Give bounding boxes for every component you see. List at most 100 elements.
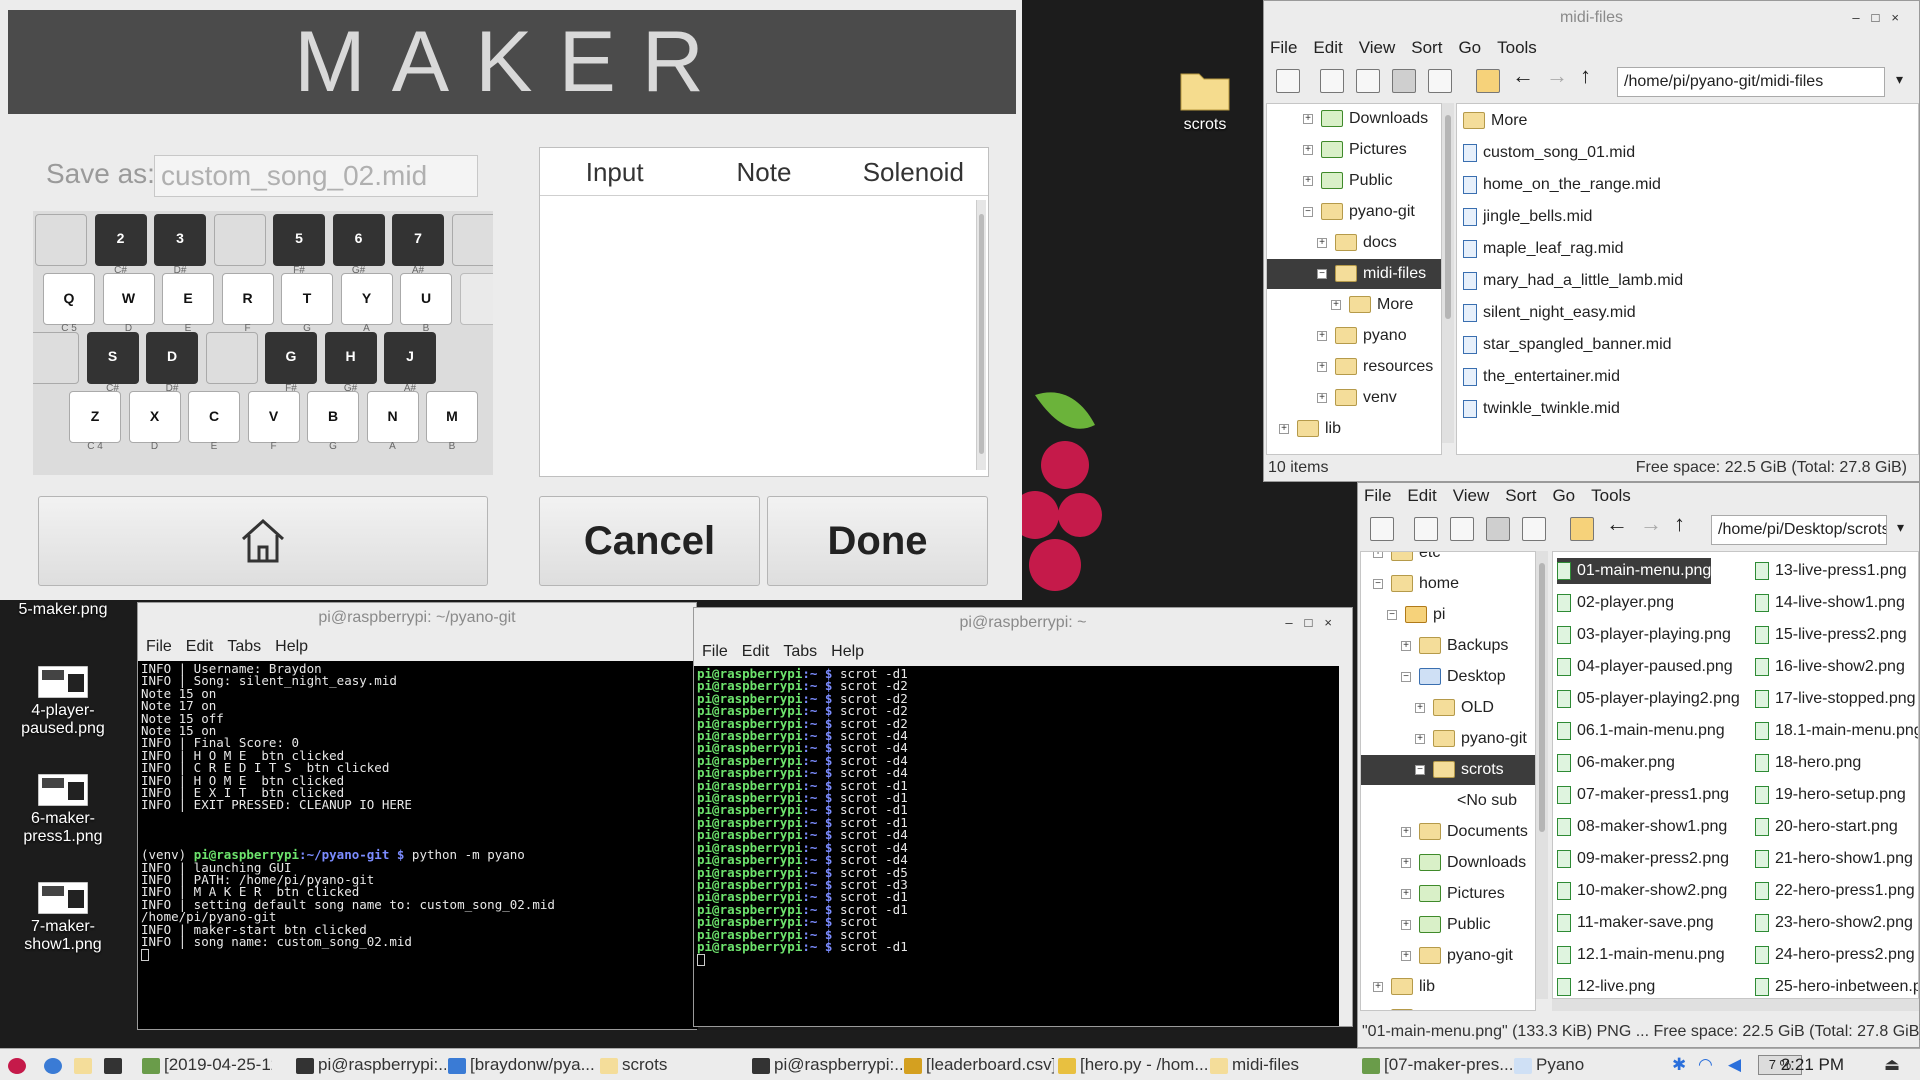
file-list-hscrollbar[interactable]: [1552, 999, 1919, 1011]
expand-toggle-icon[interactable]: −: [1317, 268, 1327, 279]
png-file-item[interactable]: 25-hero-inbetween.png: [1755, 974, 1918, 998]
expand-toggle-icon[interactable]: −: [1373, 578, 1383, 589]
png-file-item[interactable]: 13-live-press1.png: [1755, 558, 1907, 584]
browser-icon[interactable]: [44, 1053, 66, 1077]
tree-item[interactable]: + Documents: [1361, 817, 1535, 847]
piano-key[interactable]: 5 F#: [273, 214, 325, 276]
expand-toggle-icon[interactable]: +: [1317, 237, 1327, 248]
menu-edit[interactable]: Edit: [186, 638, 214, 655]
tree-item[interactable]: + Public: [1361, 910, 1535, 940]
expand-toggle-icon[interactable]: +: [1317, 361, 1327, 372]
tree-item[interactable]: − midi-files: [1267, 259, 1441, 289]
png-file-item[interactable]: 05-player-playing2.png: [1557, 686, 1740, 712]
up-arrow-icon[interactable]: ↑: [1674, 511, 1685, 537]
expand-toggle-icon[interactable]: +: [1401, 950, 1411, 961]
expand-toggle-icon[interactable]: +: [1401, 826, 1411, 837]
png-file-item[interactable]: 12-live.png: [1557, 974, 1655, 998]
png-file-item[interactable]: 15-live-press2.png: [1755, 622, 1907, 648]
tree-item[interactable]: + pyano-git: [1361, 941, 1535, 971]
new-window-icon[interactable]: [1276, 69, 1300, 93]
address-bar[interactable]: /home/pi/Desktop/scrots: [1711, 515, 1887, 545]
piano-key[interactable]: RF: [221, 273, 274, 334]
terminal-output[interactable]: pi@raspberrypi:~ $ scrot -d1 pi@raspberry…: [694, 666, 1339, 1026]
tree-item[interactable]: +lost+found: [1361, 1003, 1535, 1010]
expand-toggle-icon[interactable]: −: [1303, 206, 1313, 217]
window-titlebar[interactable]: midi-files –□×: [1264, 1, 1919, 35]
expand-toggle-icon[interactable]: +: [1317, 330, 1327, 341]
notes-table-scrollbar[interactable]: [976, 200, 986, 470]
window-controls[interactable]: –□×: [1285, 608, 1344, 638]
terminal-scrollbar[interactable]: [1340, 666, 1352, 1026]
file-manager-icon[interactable]: [74, 1053, 96, 1077]
icon-view-icon[interactable]: [1320, 69, 1344, 93]
png-file-item[interactable]: 08-maker-show1.png: [1557, 814, 1727, 840]
expand-toggle-icon[interactable]: +: [1415, 733, 1425, 744]
taskbar-window-button[interactable]: Pyano: [1514, 1053, 1664, 1077]
expand-toggle-icon[interactable]: +: [1373, 981, 1383, 992]
taskbar-window-button[interactable]: [2019-04-25-12...: [142, 1053, 272, 1077]
tree-item[interactable]: <No sub: [1361, 786, 1535, 816]
piano-key[interactable]: BG: [307, 391, 359, 452]
piano-key[interactable]: 7 A#: [392, 214, 444, 276]
raspberry-menu-icon[interactable]: [8, 1053, 30, 1077]
piano-key[interactable]: QC 5: [43, 273, 95, 334]
png-file-item[interactable]: 22-hero-press1.png: [1755, 878, 1915, 904]
piano-key[interactable]: J A#: [384, 332, 436, 394]
expand-toggle-icon[interactable]: +: [1303, 175, 1313, 186]
bluetooth-icon[interactable]: ✱: [1672, 1053, 1686, 1077]
tree-item[interactable]: + etc: [1361, 552, 1535, 568]
volume-icon[interactable]: ◀: [1728, 1053, 1741, 1077]
tree-item[interactable]: + OLD: [1361, 693, 1535, 723]
window-controls[interactable]: –□×: [1852, 1, 1911, 35]
address-bar[interactable]: /home/pi/pyano-git/midi-files: [1617, 67, 1885, 97]
midi-file-item[interactable]: home_on_the_range.mid: [1463, 172, 1661, 198]
expand-toggle-icon[interactable]: +: [1317, 392, 1327, 403]
piano-key[interactable]: G F#: [265, 332, 317, 394]
piano-key[interactable]: XD: [128, 391, 181, 452]
detailed-view-icon[interactable]: [1522, 517, 1546, 541]
wifi-icon[interactable]: ◠: [1698, 1053, 1713, 1077]
thumbnail-view-icon[interactable]: [1450, 517, 1474, 541]
tree-item[interactable]: − pyano-git: [1267, 197, 1441, 227]
expand-toggle-icon[interactable]: −: [1387, 609, 1397, 620]
expand-toggle-icon[interactable]: +: [1303, 144, 1313, 155]
taskbar-window-button[interactable]: [braydonw/pya...: [448, 1053, 598, 1077]
menu-sort[interactable]: Sort: [1505, 486, 1536, 505]
piano-key[interactable]: D D#: [146, 332, 198, 394]
png-file-item[interactable]: 09-maker-press2.png: [1557, 846, 1729, 872]
expand-toggle-icon[interactable]: −: [1401, 671, 1411, 682]
tree-item[interactable]: + Backups: [1361, 631, 1535, 661]
piano-key[interactable]: [213, 214, 266, 266]
forward-arrow-icon[interactable]: →: [1546, 63, 1568, 89]
forward-arrow-icon[interactable]: →: [1640, 511, 1662, 537]
png-file-item[interactable]: 16-live-show2.png: [1755, 654, 1905, 680]
piano-key[interactable]: YA: [340, 273, 393, 334]
tree-item[interactable]: + Downloads: [1267, 104, 1441, 134]
tree-item[interactable]: + Pictures: [1267, 135, 1441, 165]
folder-item[interactable]: More: [1463, 108, 1527, 134]
tree-item[interactable]: − scrots: [1361, 755, 1535, 785]
png-file-item[interactable]: 20-hero-start.png: [1755, 814, 1898, 840]
piano-key[interactable]: H G#: [324, 332, 377, 394]
new-window-icon[interactable]: [1370, 517, 1394, 541]
png-file-item[interactable]: 23-hero-show2.png: [1755, 910, 1913, 936]
desktop-icon-maker-png[interactable]: 5-maker.png: [8, 601, 118, 619]
expand-toggle-icon[interactable]: +: [1401, 640, 1411, 651]
desktop-icon-maker-show1-png[interactable]: 7-maker-show1.png: [8, 882, 118, 954]
piano-key[interactable]: EE: [162, 273, 214, 334]
png-file-item[interactable]: 17-live-stopped.png: [1755, 686, 1916, 712]
tree-item[interactable]: + More: [1267, 290, 1441, 320]
terminal-icon[interactable]: [104, 1053, 126, 1077]
tree-item[interactable]: + pyano-git: [1361, 724, 1535, 754]
cancel-button[interactable]: Cancel: [539, 496, 760, 586]
taskbar-window-button[interactable]: pi@raspberrypi:...: [296, 1053, 446, 1077]
home-icon[interactable]: [1476, 69, 1500, 93]
desktop-icon-player-paused-png[interactable]: 4-player-paused.png: [8, 666, 118, 738]
menu-go[interactable]: Go: [1458, 38, 1481, 57]
png-file-item[interactable]: 18.1-main-menu.png: [1755, 718, 1918, 744]
menu-go[interactable]: Go: [1552, 486, 1575, 505]
midi-file-item[interactable]: silent_night_easy.mid: [1463, 300, 1636, 326]
expand-toggle-icon[interactable]: +: [1303, 113, 1313, 124]
png-file-item[interactable]: 18-hero.png: [1755, 750, 1861, 776]
detailed-view-icon[interactable]: [1428, 69, 1452, 93]
